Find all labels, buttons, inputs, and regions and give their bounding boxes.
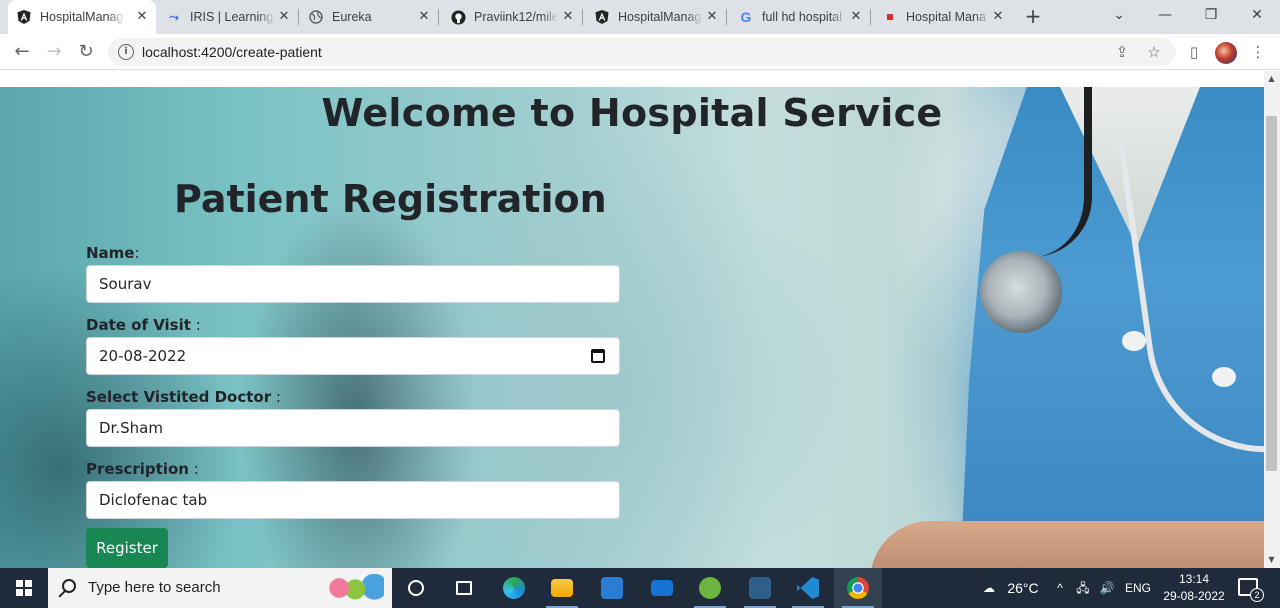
chrome-icon[interactable] [834,568,882,608]
angular-icon [16,9,32,25]
date-of-visit-input[interactable]: 20-08-2022 [86,337,620,375]
tab-title: Praviink12/mile [474,10,559,24]
forward-button[interactable]: → [42,40,66,64]
calendar-icon[interactable] [591,349,605,363]
doctor-input[interactable]: Dr.Sham [86,409,620,447]
profile-avatar[interactable] [1215,42,1237,64]
start-button[interactable] [0,568,48,608]
bookmark-star-icon[interactable]: ☆ [1144,42,1164,62]
search-placeholder: Type here to search [88,579,221,596]
windows-logo-icon [16,580,32,596]
close-tab-icon[interactable]: ✕ [704,9,720,25]
taskbar-search-box[interactable]: Type here to search [48,568,392,608]
notification-icon[interactable]: 2 [1238,578,1264,602]
name-label: Name: [86,244,140,262]
notification-count: 2 [1250,588,1264,602]
close-window-button[interactable]: ✕ [1234,0,1280,30]
minimize-button[interactable]: — [1142,0,1188,30]
scrollbar-thumb[interactable] [1266,116,1277,471]
show-hidden-icons-icon[interactable]: ^ [1052,568,1068,608]
clock-time: 13:14 [1178,572,1210,586]
scroll-up-arrow-icon[interactable]: ▲ [1266,74,1277,84]
network-icon[interactable]: 🖧 [1072,568,1094,608]
tab-title: HospitalManag [618,10,702,24]
tab-title: Hospital Mana [906,10,986,24]
file-explorer-icon[interactable] [538,568,586,608]
weather-icon[interactable]: ☁ [974,568,1004,608]
back-button[interactable]: ← [10,40,34,64]
edge-icon[interactable] [490,568,538,608]
menu-kebab-icon[interactable]: ⋮ [1248,42,1268,62]
globe-icon [308,9,324,25]
browser-toolbar: ← → ↻ i localhost:4200/create-patient ⇪ … [0,34,1280,70]
address-bar[interactable]: i localhost:4200/create-patient [108,38,1176,66]
welcome-heading: Welcome to Hospital Service [321,91,943,135]
google-icon: G [740,9,752,25]
task-view-icon[interactable] [440,568,488,608]
tab-iris-learning[interactable]: ⤳ IRIS | Learning ✕ [158,0,298,34]
github-icon [450,9,466,25]
name-input[interactable]: Sourav [86,265,620,303]
weather-temperature[interactable]: 26°C [1004,568,1042,608]
tab-title: IRIS | Learning [190,10,274,24]
scroll-down-arrow-icon[interactable]: ▼ [1266,555,1277,565]
tab-github-praviink[interactable]: Praviink12/mile ✕ [442,0,582,34]
reload-button[interactable]: ↻ [74,40,98,64]
close-tab-icon[interactable]: ✕ [848,9,864,25]
mysql-workbench-icon[interactable] [736,568,784,608]
red-square-icon [882,9,898,25]
iris-icon: ⤳ [169,9,179,24]
close-tab-icon[interactable]: ✕ [560,9,576,25]
close-tab-icon[interactable]: ✕ [416,9,432,25]
side-panel-icon[interactable]: ▯ [1184,42,1204,62]
tab-hospital-manage-3[interactable]: Hospital Mana ✕ [874,0,1012,34]
close-tab-icon[interactable]: ✕ [134,9,150,25]
new-tab-button[interactable]: + [1020,5,1046,29]
prescription-label: Prescription : [86,460,199,478]
store-icon[interactable] [588,568,636,608]
windows-taskbar: Type here to search ☁ 26°C ^ 🖧 🔊 ENG 13:… [0,568,1280,608]
spring-icon[interactable] [686,568,734,608]
cortana-icon[interactable] [392,568,440,608]
tab-hospital-manage-2[interactable]: HospitalManag ✕ [586,0,726,34]
stethoscope-image [980,251,1062,333]
tab-title: Eureka [332,10,372,24]
tab-google-search[interactable]: G full hd hospital ✕ [730,0,870,34]
doctor-label: Select Vistited Doctor : [86,388,281,406]
share-icon[interactable]: ⇪ [1112,42,1132,62]
date-of-visit-label: Date of Visit : [86,316,201,334]
tab-eureka[interactable]: Eureka ✕ [300,0,438,34]
close-tab-icon[interactable]: ✕ [276,9,292,25]
language-indicator[interactable]: ENG [1122,568,1154,608]
register-button[interactable]: Register [86,528,168,568]
close-tab-icon[interactable]: ✕ [990,9,1006,25]
tab-title: full hd hospital [762,10,842,24]
search-highlight-image [320,574,384,602]
tab-search-button[interactable]: ⌄ [1096,0,1142,30]
search-icon [62,579,76,593]
tab-strip: HospitalManag ✕ ⤳ IRIS | Learning ✕ Eure… [0,0,1280,34]
vscode-icon[interactable] [784,568,832,608]
prescription-input[interactable]: Diclofenac tab [86,481,620,519]
form-title: Patient Registration [174,177,607,221]
restore-button[interactable]: ❐ [1188,0,1234,30]
tab-title: HospitalManag [40,10,124,24]
clock[interactable]: 13:14 29-08-2022 [1158,571,1230,605]
volume-icon[interactable]: 🔊 [1096,568,1118,608]
tab-hospital-manage-1[interactable]: HospitalManag ✕ [8,0,156,34]
angular-icon [594,9,610,25]
clock-date: 29-08-2022 [1163,589,1225,603]
mail-icon[interactable] [638,568,686,608]
date-value: 20-08-2022 [99,347,187,365]
url-text[interactable]: localhost:4200/create-patient [142,44,322,60]
page-viewport: Welcome to Hospital Service Patient Regi… [0,71,1264,568]
site-info-icon[interactable]: i [118,44,134,60]
